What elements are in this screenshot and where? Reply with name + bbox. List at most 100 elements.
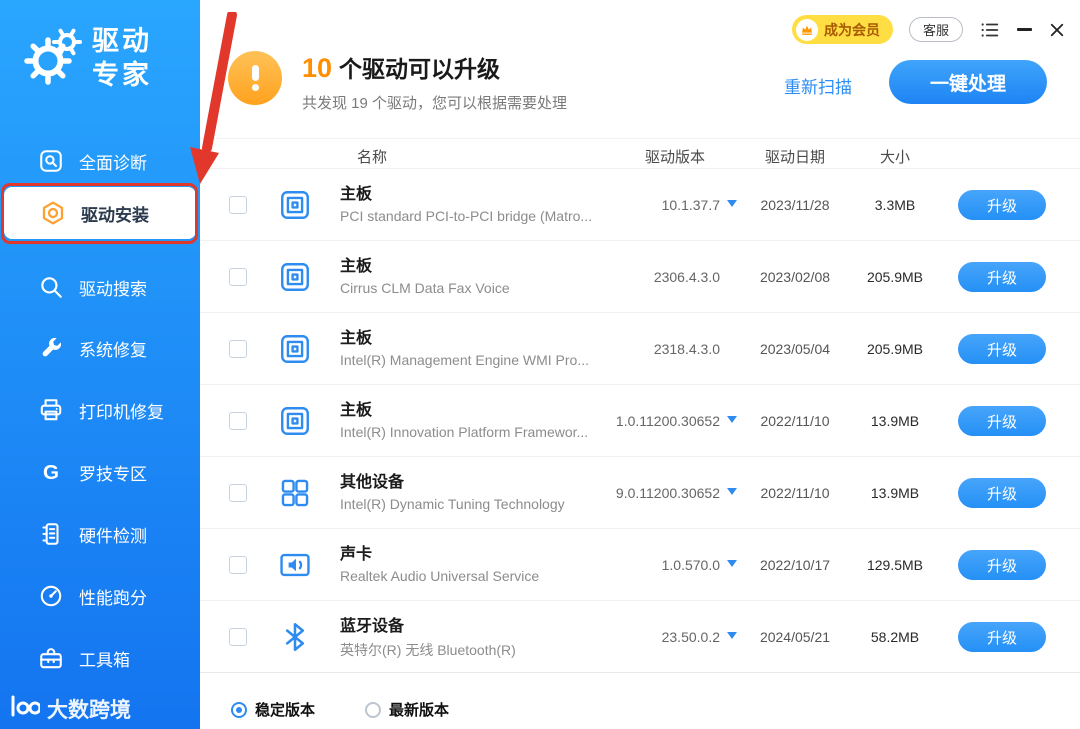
titlebar-controls: 成为会员 客服 xyxy=(791,15,1066,44)
driver-version: 9.0.11200.30652 xyxy=(615,485,720,501)
sidebar-item-label: 性能跑分 xyxy=(79,588,147,608)
row-checkbox[interactable] xyxy=(229,484,247,502)
upgrade-count: 10 xyxy=(302,53,333,83)
sidebar-item-toolbox[interactable]: 工具箱 xyxy=(0,633,200,683)
table-row: 主板 Intel(R) Innovation Platform Framewor… xyxy=(200,385,1080,457)
sidebar-item-hardware-detect[interactable]: 硬件检测 xyxy=(0,509,200,559)
driver-install-icon xyxy=(40,200,66,226)
close-button[interactable] xyxy=(1048,19,1066,41)
version-dropdown-icon[interactable] xyxy=(727,632,737,639)
motherboard-icon xyxy=(278,332,312,366)
task-list-icon[interactable] xyxy=(979,19,1001,41)
driver-name: PCI standard PCI-to-PCI bridge (Matro... xyxy=(340,208,593,224)
driver-name: Cirrus CLM Data Fax Voice xyxy=(340,280,510,296)
driver-size: 205.9MB xyxy=(866,341,924,357)
warning-icon xyxy=(228,51,282,105)
version-dropdown-icon[interactable] xyxy=(727,416,737,423)
become-member-button[interactable]: 成为会员 xyxy=(791,15,893,44)
diagnosis-icon xyxy=(38,148,64,174)
sidebar-item-driver-install[interactable]: 驱动安装 xyxy=(4,187,196,239)
sidebar-item-label: 系统修复 xyxy=(79,340,147,360)
sidebar-item-logitech-zone[interactable]: G 罗技专区 xyxy=(0,447,200,497)
driver-category: 蓝牙设备 xyxy=(340,618,405,635)
radio-label: 最新版本 xyxy=(389,702,450,719)
watermark: 大数跨境 xyxy=(10,694,131,724)
sidebar-item-printer-repair[interactable]: 打印机修复 xyxy=(0,385,200,435)
upgrade-button[interactable]: 升级 xyxy=(958,550,1046,580)
row-checkbox[interactable] xyxy=(229,268,247,286)
driver-date: 2022/11/10 xyxy=(760,413,830,429)
radio-stable-version[interactable]: 稳定版本 xyxy=(231,699,315,720)
version-filter-bar: 稳定版本 最新版本 xyxy=(200,673,1080,729)
table-row: 主板 Cirrus CLM Data Fax Voice 2306.4.3.0 … xyxy=(200,241,1080,313)
driver-category: 声卡 xyxy=(340,546,373,563)
sidebar-item-system-repair[interactable]: 系统修复 xyxy=(0,323,200,373)
sidebar: 驱动 专家 全面诊断 驱动安装 驱动搜索 系统修复 打印机修复 G 罗技专区 硬… xyxy=(0,0,200,729)
driver-size: 58.2MB xyxy=(870,629,920,645)
driver-version: 2318.4.3.0 xyxy=(653,341,720,357)
driver-size: 205.9MB xyxy=(866,269,924,285)
rescan-link[interactable]: 重新扫描 xyxy=(784,73,852,98)
upgrade-button[interactable]: 升级 xyxy=(958,262,1046,292)
upgrade-button[interactable]: 升级 xyxy=(958,334,1046,364)
table-row: 蓝牙设备 英特尔(R) 无线 Bluetooth(R) 23.50.0.2 20… xyxy=(200,601,1080,673)
driver-date: 2022/11/10 xyxy=(760,485,830,501)
driver-name: Intel(R) Management Engine WMI Pro... xyxy=(340,352,589,368)
column-header-date: 驱动日期 xyxy=(764,149,825,166)
upgrade-button[interactable]: 升级 xyxy=(958,622,1046,652)
driver-version: 10.1.37.7 xyxy=(661,197,720,213)
driver-size: 13.9MB xyxy=(870,485,920,501)
bluetooth-icon xyxy=(278,620,312,654)
driver-date: 2022/10/17 xyxy=(759,557,831,573)
row-checkbox[interactable] xyxy=(229,628,247,646)
main-panel: 成为会员 客服 10 个驱动可以升级 共发现 19 个驱动，您可以根据需要处理 … xyxy=(200,0,1080,729)
upgrade-button[interactable]: 升级 xyxy=(958,190,1046,220)
version-dropdown-icon[interactable] xyxy=(727,200,737,207)
watermark-text: 大数跨境 xyxy=(47,699,131,722)
watermark-logo-icon xyxy=(10,694,42,724)
driver-date: 2023/02/08 xyxy=(759,269,831,285)
svg-text:G: G xyxy=(43,461,59,484)
sidebar-item-label: 驱动安装 xyxy=(81,205,149,225)
upgrade-button[interactable]: 升级 xyxy=(958,478,1046,508)
driver-list: 主板 PCI standard PCI-to-PCI bridge (Matro… xyxy=(200,169,1080,673)
driver-category: 主板 xyxy=(340,330,373,347)
sidebar-item-full-diagnosis[interactable]: 全面诊断 xyxy=(0,136,200,186)
radio-unselected-icon xyxy=(365,701,382,718)
sound-card-icon xyxy=(278,548,312,582)
driver-version: 2306.4.3.0 xyxy=(653,269,720,285)
minimize-button[interactable] xyxy=(1017,19,1032,41)
table-row: 其他设备 Intel(R) Dynamic Tuning Technology … xyxy=(200,457,1080,529)
driver-date: 2023/05/04 xyxy=(759,341,831,357)
motherboard-icon xyxy=(278,404,312,438)
radio-latest-version[interactable]: 最新版本 xyxy=(365,699,449,720)
upgrade-button[interactable]: 升级 xyxy=(958,406,1046,436)
row-checkbox[interactable] xyxy=(229,196,247,214)
column-header-version: 驱动版本 xyxy=(644,149,705,166)
support-button[interactable]: 客服 xyxy=(908,17,963,42)
minimize-icon xyxy=(1017,28,1032,31)
printer-icon xyxy=(38,397,64,423)
motherboard-icon xyxy=(278,260,312,294)
radio-label: 稳定版本 xyxy=(255,702,316,719)
row-checkbox[interactable] xyxy=(229,412,247,430)
row-checkbox[interactable] xyxy=(229,340,247,358)
driver-category: 主板 xyxy=(340,402,373,419)
driver-name: Intel(R) Innovation Platform Framewor... xyxy=(340,424,589,440)
sidebar-item-driver-search[interactable]: 驱动搜索 xyxy=(0,262,200,312)
app-title: 驱动 专家 xyxy=(92,26,152,90)
driver-size: 3.3MB xyxy=(874,197,916,213)
one-click-process-button[interactable]: 一键处理 xyxy=(889,60,1047,104)
driver-size: 129.5MB xyxy=(866,557,924,573)
table-row: 主板 Intel(R) Management Engine WMI Pro...… xyxy=(200,313,1080,385)
driver-version: 1.0.570.0 xyxy=(661,557,720,573)
version-dropdown-icon[interactable] xyxy=(727,560,737,567)
driver-name: 英特尔(R) 无线 Bluetooth(R) xyxy=(340,642,516,658)
row-checkbox[interactable] xyxy=(229,556,247,574)
logitech-g-icon: G xyxy=(38,459,64,485)
gauge-icon xyxy=(38,583,64,609)
version-dropdown-icon[interactable] xyxy=(727,488,737,495)
driver-date: 2024/05/21 xyxy=(759,629,831,645)
sidebar-item-benchmark[interactable]: 性能跑分 xyxy=(0,571,200,621)
sidebar-item-label: 工具箱 xyxy=(79,650,130,670)
